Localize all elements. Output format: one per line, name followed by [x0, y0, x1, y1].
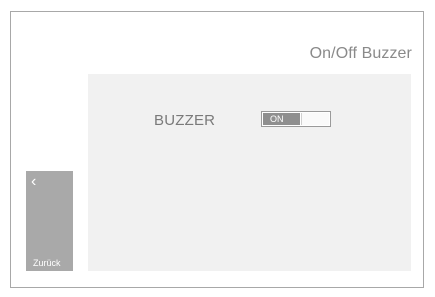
- device-screen: On/Off Buzzer BUZZER ON ‹ Zurück: [10, 11, 424, 288]
- page-title: On/Off Buzzer: [309, 45, 412, 62]
- buzzer-label: BUZZER: [154, 112, 216, 129]
- toggle-knob[interactable]: [301, 113, 329, 125]
- buzzer-toggle[interactable]: ON: [261, 111, 331, 127]
- settings-panel: BUZZER ON: [88, 74, 411, 271]
- toggle-on-label: ON: [263, 113, 300, 125]
- chevron-left-icon: ‹: [31, 173, 37, 190]
- back-label: Zurück: [33, 258, 61, 268]
- back-button[interactable]: ‹ Zurück: [26, 171, 73, 271]
